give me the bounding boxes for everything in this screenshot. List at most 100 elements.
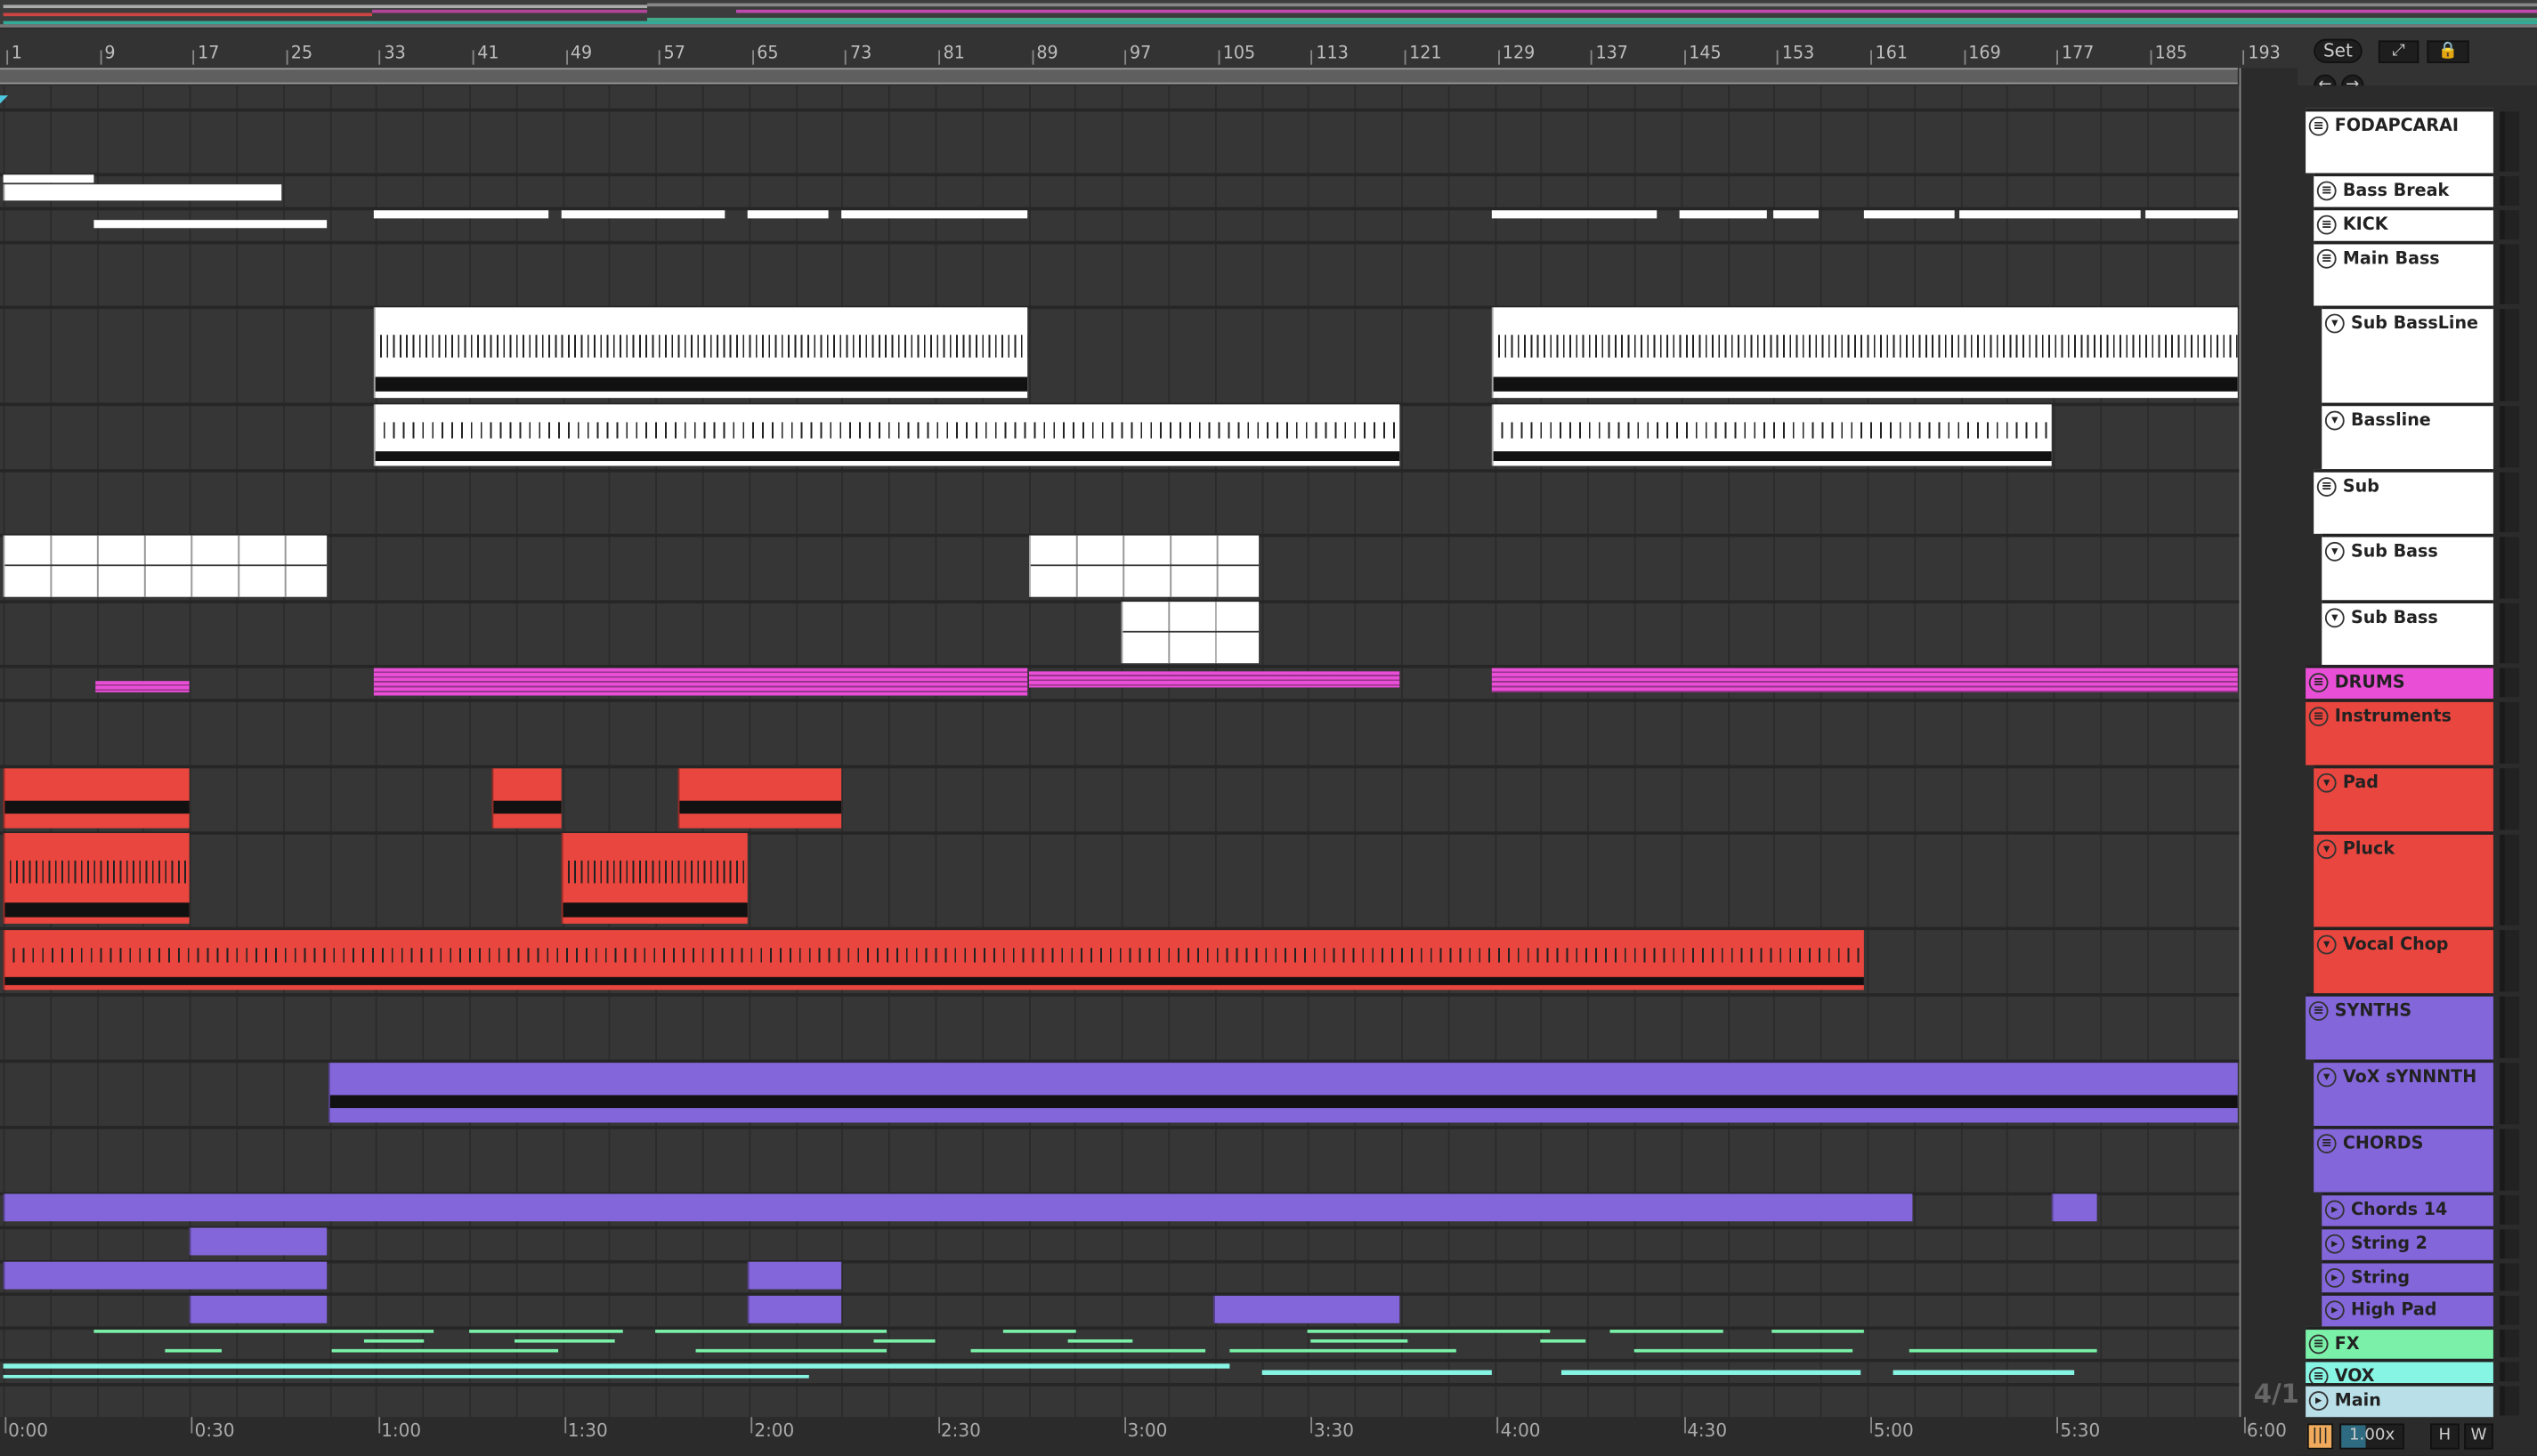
clip[interactable] — [1307, 1330, 1551, 1333]
track-header[interactable]: ≡ Sub — [2314, 469, 2493, 534]
clip[interactable] — [1310, 1339, 1408, 1343]
track-header[interactable]: ▾ Sub Bass — [2322, 533, 2493, 601]
clip[interactable] — [3, 174, 94, 183]
time-signature[interactable]: 4/1 — [2241, 1379, 2302, 1418]
tempo-scale[interactable]: 1.00x — [2339, 1423, 2404, 1450]
clip[interactable] — [747, 1261, 842, 1290]
track-header[interactable]: ≡ FX — [2306, 1326, 2493, 1359]
clip[interactable] — [1002, 1330, 1076, 1333]
clip[interactable] — [363, 1339, 425, 1343]
track-header[interactable]: ≡ DRUMS — [2306, 665, 2493, 700]
overview-strip[interactable] — [0, 0, 2537, 28]
track-group-icon[interactable]: ≡ — [2308, 116, 2329, 136]
clip[interactable] — [1560, 1370, 1861, 1375]
track-group-icon[interactable]: ≡ — [2308, 1334, 2329, 1355]
clip[interactable] — [1028, 671, 1400, 688]
clip[interactable] — [3, 1374, 809, 1379]
track-header[interactable]: ▸ Main — [2306, 1383, 2493, 1418]
track-header[interactable]: ▾ Vocal Chop — [2314, 926, 2493, 994]
track-header[interactable]: ▸ String — [2322, 1259, 2493, 1293]
track-group-icon[interactable]: ≡ — [2316, 1134, 2337, 1153]
clip[interactable] — [2051, 1193, 2097, 1222]
track-header[interactable]: ▾ Sub Bass — [2322, 600, 2493, 666]
time-ruler[interactable]: 0:00 0:30 1:00 1:30 2:00 2:30 3:00 3:30 4:00 4:30… — [0, 1417, 2298, 1456]
clip[interactable] — [373, 210, 549, 219]
clip[interactable] — [3, 535, 328, 597]
clip[interactable] — [328, 1063, 2238, 1123]
track-group-icon[interactable]: ≡ — [2308, 673, 2329, 692]
clip[interactable] — [1491, 210, 1658, 219]
track-play-icon[interactable]: ▸ — [2308, 1391, 2329, 1411]
track-header[interactable]: ▸ High Pad — [2322, 1292, 2493, 1327]
clip[interactable] — [93, 220, 328, 229]
track-group-icon[interactable]: ≡ — [2308, 1001, 2329, 1021]
clip[interactable] — [1959, 210, 2141, 219]
clip[interactable] — [747, 210, 829, 219]
clip[interactable] — [331, 1348, 559, 1353]
track-header[interactable]: ≡ CHORDS — [2314, 1126, 2493, 1193]
w-button[interactable]: W — [2464, 1423, 2493, 1450]
track-play-icon[interactable]: ▸ — [2324, 1234, 2345, 1254]
clip[interactable] — [1261, 1370, 1492, 1375]
track-play-icon[interactable]: ▸ — [2324, 1300, 2345, 1321]
track-header[interactable]: ≡ Instruments — [2306, 699, 2493, 765]
h-button[interactable]: H — [2430, 1423, 2460, 1450]
track-header[interactable]: ≡ FODAPCARAI — [2306, 108, 2493, 174]
clip[interactable] — [2145, 210, 2238, 219]
clip[interactable] — [1679, 210, 1767, 219]
track-header[interactable]: ≡ VOX — [2306, 1358, 2493, 1384]
track-header[interactable]: ▾ Bassline — [2322, 402, 2493, 470]
clip[interactable] — [189, 1295, 328, 1323]
track-group-icon[interactable]: ≡ — [2308, 707, 2329, 727]
track-fold-icon[interactable]: ▾ — [2324, 608, 2345, 628]
track-header[interactable]: ≡ Bass Break — [2314, 173, 2493, 207]
clip[interactable] — [189, 1227, 328, 1256]
arrangement-grid[interactable] — [0, 85, 2240, 1418]
track-play-icon[interactable]: ▸ — [2324, 1267, 2345, 1288]
clip[interactable] — [491, 768, 562, 829]
clip[interactable] — [3, 1363, 1230, 1369]
clip[interactable] — [1633, 1348, 1853, 1353]
track-fold-icon[interactable]: ▾ — [2316, 934, 2337, 955]
clip[interactable] — [677, 768, 842, 829]
track-fold-icon[interactable]: ▾ — [2324, 410, 2345, 431]
waveform-icon[interactable]: ||| — [2306, 1423, 2333, 1450]
clip[interactable] — [93, 1330, 434, 1333]
track-header[interactable]: ≡ Main Bass — [2314, 240, 2493, 306]
clip[interactable] — [3, 184, 282, 201]
clip[interactable] — [1771, 1330, 1864, 1333]
set-button[interactable]: Set — [2314, 38, 2363, 63]
clip[interactable] — [970, 1348, 1206, 1353]
clip[interactable] — [1773, 210, 1819, 219]
clip[interactable] — [561, 210, 725, 219]
clip[interactable] — [3, 768, 190, 829]
clip[interactable] — [469, 1330, 623, 1333]
clip[interactable] — [561, 833, 748, 924]
track-header[interactable]: ≡ KICK — [2314, 206, 2493, 241]
track-header[interactable]: ▾ VoX sYNNNTH — [2314, 1059, 2493, 1127]
track-group-icon[interactable]: ≡ — [2316, 477, 2337, 497]
clip[interactable] — [95, 681, 190, 692]
clip[interactable] — [1491, 667, 2238, 692]
clip[interactable] — [873, 1339, 936, 1343]
track-fold-icon[interactable]: ▾ — [2324, 541, 2345, 562]
clip[interactable] — [655, 1330, 888, 1333]
clip[interactable] — [1067, 1339, 1133, 1343]
clip[interactable] — [1491, 404, 2052, 466]
loop-bar[interactable] — [0, 68, 2238, 85]
clip[interactable] — [3, 930, 1864, 991]
track-group-icon[interactable]: ≡ — [2308, 1366, 2329, 1384]
clip[interactable] — [165, 1348, 223, 1353]
clip[interactable] — [3, 1261, 328, 1290]
lock-icon[interactable]: 🔒 — [2427, 40, 2469, 63]
track-fold-icon[interactable]: ▾ — [2316, 772, 2337, 793]
track-fold-icon[interactable]: ▾ — [2324, 313, 2345, 334]
track-fold-icon[interactable]: ▾ — [2316, 839, 2337, 860]
track-header[interactable]: ≡ SYNTHS — [2306, 993, 2493, 1060]
track-header[interactable]: ▸ String 2 — [2322, 1225, 2493, 1260]
clip[interactable] — [3, 1193, 1913, 1222]
clip[interactable] — [1909, 1348, 2097, 1353]
track-group-icon[interactable]: ≡ — [2316, 248, 2337, 269]
clip[interactable] — [1893, 1370, 2075, 1375]
playhead-marker[interactable] — [0, 95, 9, 104]
